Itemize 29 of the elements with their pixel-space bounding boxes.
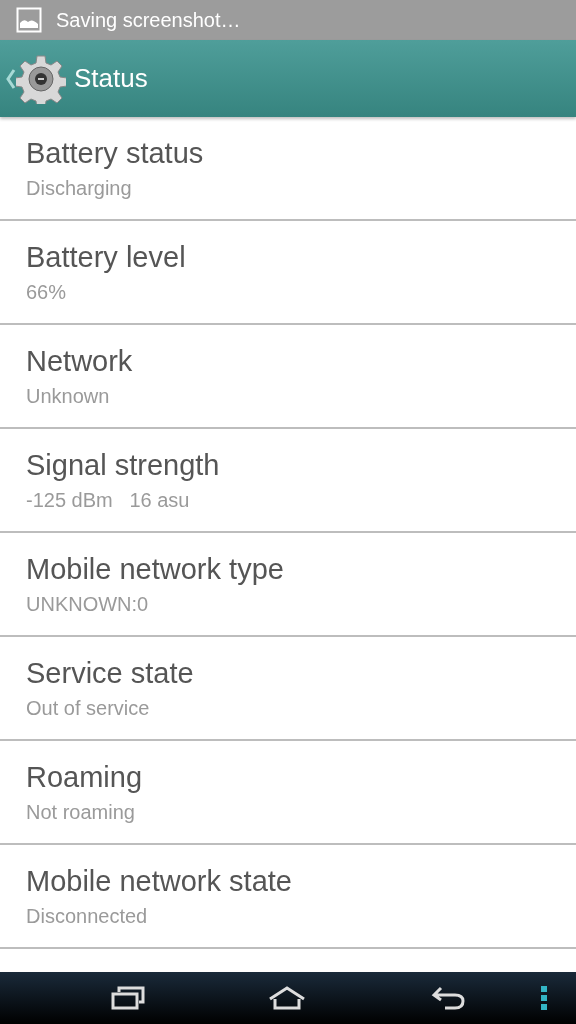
status-row[interactable]: Battery level 66% — [0, 221, 576, 325]
row-value: UNKNOWN:0 — [26, 592, 149, 617]
row-title: Roaming — [26, 760, 143, 795]
image-icon — [16, 7, 42, 33]
status-row[interactable]: Mobile network state Disconnected — [0, 845, 576, 949]
notification-text: Saving screenshot… — [56, 8, 241, 33]
status-row[interactable]: Signal strength -125 dBm 16 asu — [0, 429, 576, 533]
row-value: Unknown — [26, 384, 110, 409]
row-title: Battery level — [26, 240, 186, 275]
row-value: Out of service — [26, 696, 150, 721]
status-row[interactable]: Battery status Discharging — [0, 117, 576, 221]
row-title: Network — [26, 344, 133, 379]
back-caret-icon — [6, 67, 16, 90]
status-row[interactable]: Network Unknown — [0, 325, 576, 429]
row-value: 66% — [26, 280, 67, 305]
row-title: Service state — [26, 656, 194, 691]
row-value: Disconnected — [26, 904, 148, 929]
gear-icon — [16, 53, 66, 104]
row-value: -125 dBm 16 asu — [26, 488, 190, 513]
status-row[interactable]: Service state Out of service — [0, 637, 576, 741]
row-value: Not roaming — [26, 800, 135, 825]
screen-title: Status — [74, 62, 148, 95]
row-value: Discharging — [26, 176, 132, 201]
row-title: Mobile network state — [26, 864, 292, 899]
row-title: Signal strength — [26, 448, 220, 483]
row-title: Mobile network type — [26, 552, 284, 587]
status-row[interactable]: Mobile network type UNKNOWN:0 — [0, 533, 576, 637]
status-row[interactable]: Roaming Not roaming — [0, 741, 576, 845]
row-title: Battery status — [26, 136, 204, 171]
